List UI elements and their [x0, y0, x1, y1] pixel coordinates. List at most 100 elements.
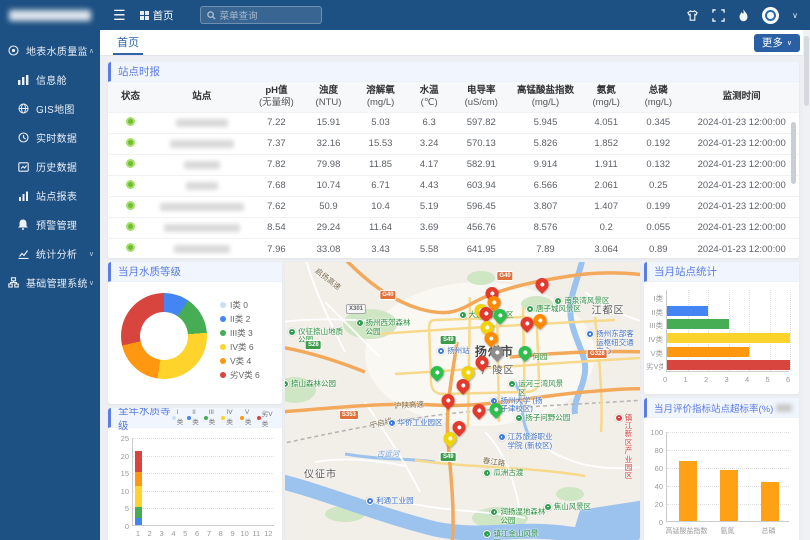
legend-item[interactable]: 劣V类 6 [220, 368, 260, 382]
map-pin-red[interactable] [470, 401, 488, 419]
hamburger-menu-icon[interactable]: ☰ [113, 8, 126, 22]
grid-icon [8, 277, 21, 288]
chevron-up-icon: ∧ [89, 47, 94, 55]
legend-item[interactable]: II类 2 [220, 312, 260, 326]
cell-value: 7.82 [250, 154, 302, 175]
sidebar-item-label: 历史数据 [36, 159, 94, 174]
map-label-city: 仪征市 [304, 466, 337, 481]
map-pin-red[interactable] [473, 353, 491, 371]
map-poi-place[interactable]: 华侨工业园区 [388, 419, 443, 427]
redacted-corner-control[interactable] [776, 404, 792, 412]
table-row[interactable]: 7.9633.083.435.58641.957.893.0640.892024… [108, 238, 799, 258]
sidebar-item-statistics[interactable]: 统计分析∨ [0, 239, 100, 268]
x-category: 总磷 [739, 526, 799, 536]
map-poi-park[interactable]: 镇江金山风景区 [483, 530, 541, 540]
cell-value: 7.22 [250, 112, 302, 133]
station-name-redacted [186, 182, 218, 190]
legend-item[interactable]: IV类 [221, 409, 235, 426]
cell-value: 50.9 [302, 196, 354, 217]
cell-value: 5.826 [511, 133, 580, 154]
map-pin-red[interactable] [533, 275, 551, 293]
legend-item[interactable]: II类 [187, 409, 199, 426]
map-poi-park[interactable]: 扬子问野公园 [515, 414, 570, 422]
map-poi-park[interactable]: 唐子城风景区 [526, 305, 581, 313]
station-table: 状态站点pH值(无量纲)浊度(NTU)溶解氧(mg/L)水温(℃)电导率(uS/… [108, 82, 799, 258]
map-poi-place[interactable]: 江苏旅游职业学院 (新校区) [498, 433, 556, 450]
cell-value: 1.407 [580, 196, 632, 217]
map-pin-orange[interactable] [531, 311, 549, 329]
sidebar-item-admin-root[interactable]: 基础管理系统∨ [0, 268, 100, 297]
chevron-down-icon: ∨ [787, 39, 792, 47]
tab-home[interactable]: 首页 [113, 30, 143, 55]
x-tick: 0 [663, 375, 667, 384]
chevron-down-icon[interactable]: ∨ [792, 11, 798, 20]
table-row[interactable]: 7.3732.1615.533.24570.135.8261.8520.1922… [108, 133, 799, 154]
page-scrollbar[interactable] [803, 30, 810, 540]
y-category: III类 [646, 320, 663, 331]
legend-item[interactable]: III类 3 [220, 326, 260, 340]
table-scrollbar-thumb[interactable] [791, 122, 796, 184]
y-category: 劣V类 [646, 361, 663, 372]
cell-value: 6.566 [511, 175, 580, 196]
avatar[interactable] [762, 7, 779, 24]
gis-map[interactable]: 扬州市江都区广陵区仪征市沪陕高速启扬高速宁启线春江路古运河仪征捺山地质公园扬州西… [285, 262, 640, 540]
search-input[interactable]: 菜单查询 [200, 6, 322, 24]
col-header: 电导率(uS/cm) [452, 82, 511, 112]
station-name-redacted [184, 161, 220, 169]
breadcrumb[interactable]: 首页 [140, 8, 174, 23]
table-row[interactable]: 7.8279.9811.854.17582.919.9141.9110.1322… [108, 154, 799, 175]
legend-item[interactable]: V类 4 [220, 354, 260, 368]
more-button[interactable]: 更多 ∨ [754, 34, 800, 52]
map-poi-park[interactable]: 扬州西郊森林公园 [356, 319, 414, 336]
map-poi-park[interactable]: 焦山风景区 [544, 503, 592, 511]
panel-title-month-station-stats: 当月站点统计 [644, 262, 799, 282]
map-poi-place[interactable]: 利通工业园 [366, 497, 414, 505]
table-row[interactable]: 7.6250.910.45.19596.453.8071.4070.199202… [108, 196, 799, 217]
panel-map: 扬州市江都区广陵区仪征市沪陕高速启扬高速宁启线春江路古运河仪征捺山地质公园扬州西… [285, 262, 640, 540]
legend-item[interactable]: 劣V类 [257, 408, 275, 428]
sidebar-item-info-hub[interactable]: 信息舱 [0, 65, 100, 94]
fullscreen-icon[interactable] [712, 9, 725, 22]
poi-icon [285, 380, 289, 388]
theme-icon[interactable] [686, 9, 699, 22]
sidebar-item-alerts[interactable]: 预警管理 [0, 210, 100, 239]
sidebar-item-system-root[interactable]: 地表水质量监测系统∧ [0, 36, 100, 65]
y-tick: 25 [121, 434, 129, 443]
table-row[interactable]: 8.5429.2411.643.69456.768.5760.20.055202… [108, 217, 799, 238]
legend-item[interactable]: V类 [240, 409, 253, 426]
stacked-chart-legend: I类II类 III类IV类 V类劣V类 [172, 408, 275, 428]
table-row[interactable]: 7.6810.746.714.43603.946.5662.0610.25202… [108, 175, 799, 196]
map-pin-green[interactable] [428, 363, 446, 381]
cell-value: 11.64 [355, 217, 407, 238]
poi-icon [388, 419, 396, 427]
legend-item[interactable]: IV类 6 [220, 340, 260, 354]
stack-segment-V类 [135, 472, 142, 486]
col-header: 总磷(mg/L) [632, 82, 684, 112]
sidebar-item-reports[interactable]: 站点报表 [0, 181, 100, 210]
map-pin-red[interactable] [439, 391, 457, 409]
sidebar-item-gis-map[interactable]: GIS地图 [0, 94, 100, 123]
x-tick: 2 [146, 529, 154, 538]
table-row[interactable]: 7.2215.915.036.3597.825.9454.0510.345202… [108, 112, 799, 133]
map-poi-place[interactable]: 扬州站 [437, 347, 470, 355]
legend-item[interactable]: I类 0 [220, 298, 260, 312]
legend-item[interactable]: I类 [172, 409, 184, 426]
map-poi-park[interactable]: 瓜洲古渡 [483, 469, 523, 477]
sidebar-menu: 地表水质量监测系统∧信息舱 GIS地图实时数据历史数据站点报表预警管理统计分析∨基… [0, 36, 100, 297]
page-scrollbar-thumb[interactable] [804, 36, 809, 106]
map-poi-zone[interactable]: 镇江新区产业园区 [615, 414, 636, 481]
legend-item[interactable]: III类 [204, 409, 218, 426]
sidebar-item-history[interactable]: 历史数据 [0, 152, 100, 181]
sidebar-item-label: GIS地图 [36, 101, 94, 116]
poi-icon [437, 347, 445, 355]
map-poi-park[interactable]: 运河三湾风景区 [508, 380, 566, 397]
map-poi-park[interactable]: 捺山森林公园 [285, 380, 336, 388]
map-poi-park[interactable]: 南泉湾风景区 [554, 297, 609, 305]
flame-icon[interactable] [738, 9, 749, 22]
road-shield: S49 [440, 335, 457, 345]
poi-label: 扬州大学 (扬子津校区) [500, 397, 548, 414]
cell-value: 0.345 [632, 112, 684, 133]
map-poi-park[interactable]: 润扬湿地森林公园 [490, 508, 548, 525]
sidebar-item-label: 预警管理 [36, 217, 94, 232]
sidebar-item-realtime[interactable]: 实时数据 [0, 123, 100, 152]
